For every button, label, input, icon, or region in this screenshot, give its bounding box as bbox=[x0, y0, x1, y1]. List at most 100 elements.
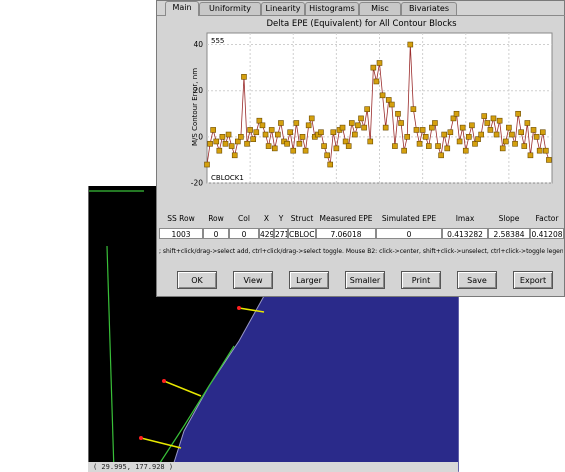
table-cell[interactable]: 271 bbox=[274, 228, 288, 239]
data-point[interactable] bbox=[539, 129, 546, 136]
data-point[interactable] bbox=[524, 120, 531, 126]
data-point[interactable] bbox=[210, 127, 216, 133]
larger-button[interactable]: Larger bbox=[289, 271, 329, 289]
data-point[interactable] bbox=[429, 124, 435, 131]
data-point[interactable] bbox=[262, 131, 269, 138]
data-point[interactable] bbox=[453, 110, 460, 117]
table-cell[interactable]: 0 bbox=[376, 228, 442, 239]
data-point[interactable] bbox=[231, 152, 238, 159]
data-point[interactable] bbox=[225, 131, 232, 138]
epe-chart[interactable]: M/S Contour Error, nm -20 0 20 40 555 CBLOC… bbox=[171, 31, 563, 191]
data-point[interactable] bbox=[435, 143, 441, 149]
data-point[interactable] bbox=[358, 115, 364, 122]
data-point[interactable] bbox=[235, 138, 241, 145]
print-button[interactable]: Print bbox=[401, 271, 441, 289]
data-point[interactable] bbox=[521, 143, 528, 149]
data-point[interactable] bbox=[456, 138, 463, 145]
data-point[interactable] bbox=[462, 147, 469, 154]
smaller-button[interactable]: Smaller bbox=[345, 271, 385, 289]
export-button[interactable]: Export bbox=[513, 271, 553, 289]
data-point[interactable] bbox=[333, 145, 340, 152]
table-cell[interactable]: 2.58384 bbox=[488, 228, 530, 239]
data-point[interactable] bbox=[228, 143, 235, 149]
data-point[interactable] bbox=[425, 143, 432, 149]
data-point[interactable] bbox=[345, 143, 352, 149]
data-point[interactable] bbox=[385, 97, 392, 103]
data-point[interactable] bbox=[376, 60, 383, 66]
data-point[interactable] bbox=[318, 129, 324, 136]
data-point[interactable] bbox=[512, 140, 518, 147]
data-point[interactable] bbox=[271, 145, 278, 152]
data-point[interactable] bbox=[438, 152, 444, 159]
data-point[interactable] bbox=[407, 41, 414, 48]
data-point[interactable] bbox=[419, 127, 426, 133]
data-point[interactable] bbox=[296, 140, 303, 147]
data-point[interactable] bbox=[330, 129, 337, 136]
data-point[interactable] bbox=[493, 131, 500, 138]
data-point[interactable] bbox=[484, 120, 491, 126]
data-point[interactable] bbox=[410, 106, 417, 112]
tab-linearity[interactable]: Linearity bbox=[261, 2, 305, 15]
data-point[interactable] bbox=[536, 147, 543, 154]
data-point[interactable] bbox=[321, 143, 327, 149]
data-point[interactable] bbox=[324, 152, 330, 159]
data-point[interactable] bbox=[401, 147, 407, 154]
chart-svg[interactable]: M/S Contour Error, nm -2002040 555 CBLOC… bbox=[171, 31, 563, 191]
data-point[interactable] bbox=[219, 134, 226, 140]
table-cell[interactable]: 1003 bbox=[159, 228, 203, 239]
table-cell[interactable]: CBLOCK bbox=[288, 228, 316, 239]
data-point[interactable] bbox=[441, 131, 447, 138]
data-point[interactable] bbox=[253, 129, 260, 136]
data-point[interactable] bbox=[382, 124, 389, 131]
table-cell[interactable]: 0.41208 bbox=[530, 228, 564, 239]
data-point[interactable] bbox=[339, 124, 346, 131]
data-point[interactable] bbox=[527, 152, 534, 159]
data-point[interactable] bbox=[342, 138, 349, 145]
data-point[interactable] bbox=[268, 127, 275, 133]
data-point[interactable] bbox=[487, 127, 494, 133]
plot-area[interactable] bbox=[206, 32, 553, 184]
data-point[interactable] bbox=[472, 140, 478, 147]
data-point[interactable] bbox=[466, 134, 472, 140]
data-point[interactable] bbox=[515, 110, 521, 117]
data-point[interactable] bbox=[352, 131, 358, 138]
data-point[interactable] bbox=[213, 138, 220, 145]
data-point[interactable] bbox=[506, 124, 512, 131]
data-point[interactable] bbox=[299, 134, 306, 140]
data-point[interactable] bbox=[367, 138, 374, 145]
data-point[interactable] bbox=[241, 74, 247, 80]
table-cell[interactable]: 7.06018 bbox=[316, 228, 376, 239]
data-point[interactable] bbox=[364, 106, 370, 112]
data-point[interactable] bbox=[287, 129, 293, 136]
data-point[interactable] bbox=[481, 113, 488, 119]
data-point[interactable] bbox=[355, 122, 361, 129]
table-cell[interactable]: 429 bbox=[259, 228, 274, 239]
data-point[interactable] bbox=[275, 131, 281, 138]
data-point[interactable] bbox=[373, 78, 380, 85]
data-point[interactable] bbox=[530, 127, 537, 133]
data-point[interactable] bbox=[533, 134, 540, 140]
data-point[interactable] bbox=[308, 115, 315, 122]
data-point[interactable] bbox=[389, 101, 395, 108]
data-point[interactable] bbox=[444, 145, 451, 152]
data-point[interactable] bbox=[370, 64, 377, 71]
data-point[interactable] bbox=[327, 161, 334, 168]
tab-misc[interactable]: Misc bbox=[359, 2, 401, 15]
data-point[interactable] bbox=[469, 122, 475, 129]
save-button[interactable]: Save bbox=[457, 271, 497, 289]
view-button[interactable]: View bbox=[233, 271, 273, 289]
data-point[interactable] bbox=[398, 120, 404, 126]
data-point[interactable] bbox=[204, 161, 210, 168]
data-point[interactable] bbox=[302, 147, 309, 154]
table-cell[interactable]: 0 bbox=[203, 228, 229, 239]
data-point[interactable] bbox=[361, 124, 367, 131]
tab-bivariates[interactable]: Bivariates bbox=[401, 2, 457, 15]
data-point[interactable] bbox=[447, 129, 454, 136]
data-point[interactable] bbox=[422, 134, 429, 140]
data-point[interactable] bbox=[509, 131, 515, 138]
data-point[interactable] bbox=[216, 147, 223, 154]
data-point[interactable] bbox=[404, 134, 411, 140]
data-point[interactable] bbox=[413, 127, 420, 133]
data-point[interactable] bbox=[432, 120, 438, 126]
data-point[interactable] bbox=[256, 117, 263, 124]
